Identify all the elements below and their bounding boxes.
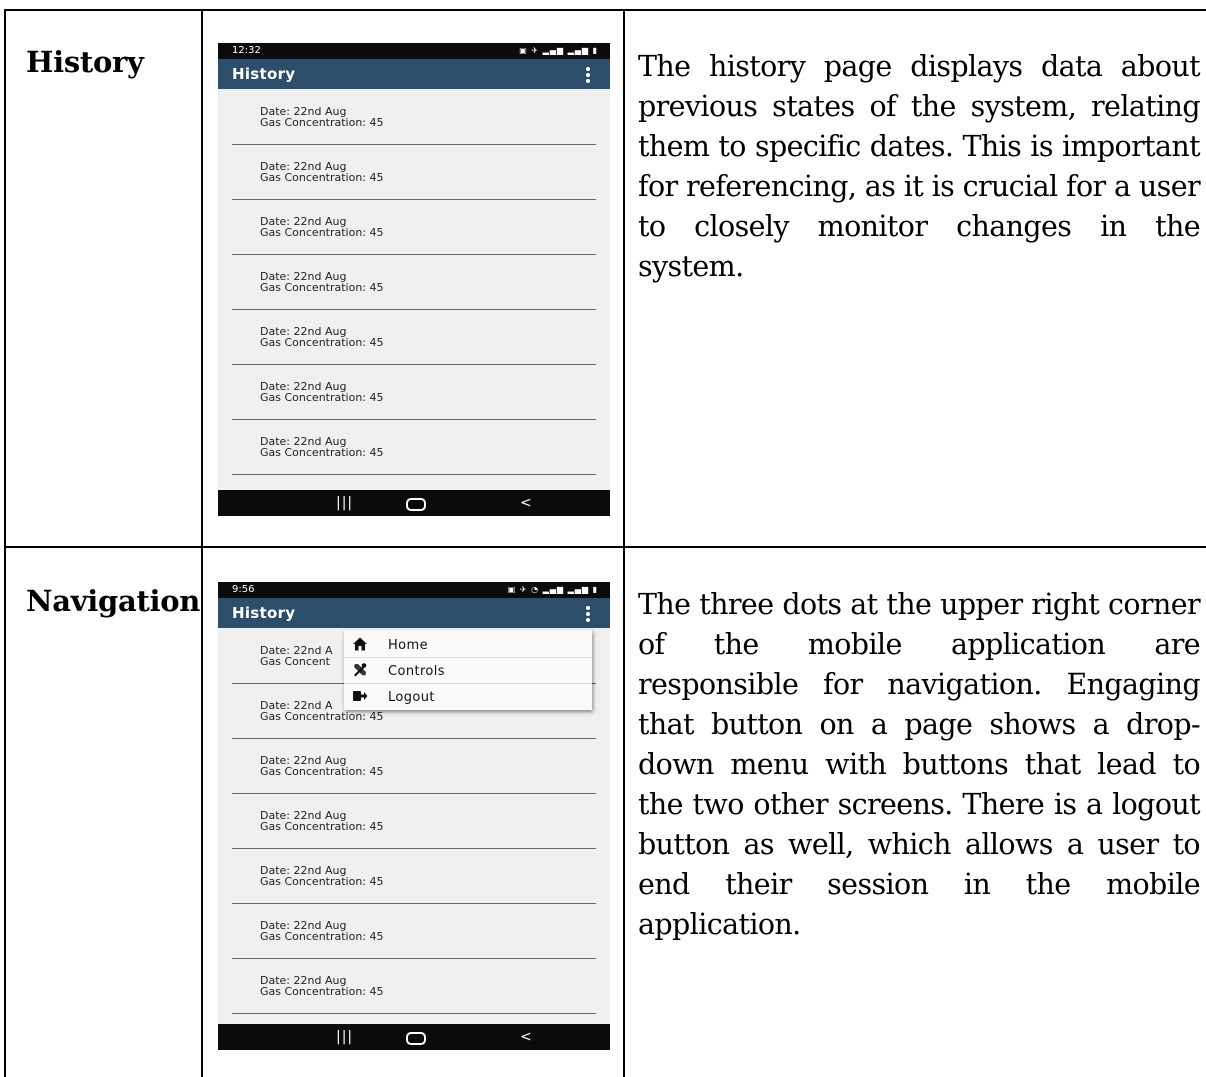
history-list-item[interactable]: Date: 22nd Aug Gas Concentration: 45	[232, 848, 596, 904]
history-list-item[interactable]: Date: 22nd Aug Gas Concentration: 45	[232, 144, 596, 200]
history-list-item[interactable]: Date: 22nd Aug Gas Concentration: 45	[232, 199, 596, 255]
status-bar: 12:32 ▣ ✈ ▂▄▆ ▂▄▆ ▮	[218, 43, 610, 59]
history-list-item[interactable]: Date: 22nd Aug Gas Concentration: 45	[232, 793, 596, 849]
history-list-item[interactable]: Date: 22nd Aug Gas Concentration: 45	[232, 903, 596, 959]
navigation-dropdown-menu: Home Controls Logout	[344, 630, 592, 710]
history-item-gas-concentration: Gas Concentration: 45	[260, 710, 384, 723]
menu-item-label: Home	[388, 638, 428, 653]
logout-icon	[353, 691, 368, 701]
menu-item-label: Controls	[388, 664, 445, 679]
history-list-item[interactable]: Date: 22nd Aug Gas Concentration: 45	[232, 309, 596, 365]
history-item-gas-concentration: Gas Concentration: 45	[260, 820, 384, 833]
history-item-gas-concentration: Gas Concent	[260, 655, 330, 668]
home-nav-icon[interactable]	[406, 1032, 426, 1045]
back-icon[interactable]: <	[520, 1024, 532, 1050]
row-label-navigation: Navigation	[26, 584, 201, 618]
app-title: History	[232, 65, 296, 83]
status-bar: 9:56 ▣ ✈ ◔ ▂▄▆ ▂▄▆ ▮	[218, 582, 610, 598]
back-icon[interactable]: <	[520, 490, 532, 516]
home-nav-icon[interactable]	[406, 498, 426, 511]
home-icon	[353, 637, 367, 651]
table-border-top	[4, 9, 1206, 11]
history-item-gas-concentration: Gas Concentration: 45	[260, 281, 384, 294]
table-column-divider-1	[201, 9, 203, 1077]
app-bar: History	[218, 59, 610, 89]
menu-item-controls[interactable]: Controls	[344, 658, 592, 684]
history-list-item[interactable]: Date: 22nd Aug Gas Concentration: 45	[232, 364, 596, 420]
history-screenshot: 12:32 ▣ ✈ ▂▄▆ ▂▄▆ ▮ History Date: 22nd A…	[218, 43, 610, 516]
table-border-left	[4, 9, 6, 1077]
history-item-gas-concentration: Gas Concentration: 45	[260, 930, 384, 943]
history-item-gas-concentration: Gas Concentration: 45	[260, 171, 384, 184]
status-time: 9:56	[232, 584, 255, 595]
table-column-divider-2	[623, 9, 625, 1077]
history-list-item[interactable]: Date: 22nd Aug Gas Concentration: 45	[232, 254, 596, 310]
menu-item-home[interactable]: Home	[344, 632, 592, 658]
navigation-screenshot: 9:56 ▣ ✈ ◔ ▂▄▆ ▂▄▆ ▮ History Date: 22nd …	[218, 582, 610, 1050]
history-item-gas-concentration: Gas Concentration: 45	[260, 391, 384, 404]
history-item-gas-concentration: Gas Concentration: 45	[260, 336, 384, 349]
recent-apps-icon[interactable]: |||	[336, 490, 353, 516]
history-list-item[interactable]: Date: 22nd Aug Gas Concentration: 45	[232, 419, 596, 475]
system-nav-bar: ||| <	[218, 490, 610, 516]
tools-icon	[354, 663, 367, 677]
history-list-item[interactable]: Date: 22nd Aug Gas Concentration: 45	[232, 958, 596, 1014]
more-options-icon[interactable]	[586, 67, 590, 83]
history-item-gas-concentration: Gas Concentration: 45	[260, 446, 384, 459]
history-list-item[interactable]: Date: 22nd Aug Gas Concentration: 45	[232, 738, 596, 794]
status-icons: ▣ ✈ ▂▄▆ ▂▄▆ ▮	[519, 46, 598, 55]
status-icons: ▣ ✈ ◔ ▂▄▆ ▂▄▆ ▮	[507, 585, 598, 594]
history-item-gas-concentration: Gas Concentration: 45	[260, 116, 384, 129]
history-item-gas-concentration: Gas Concentration: 45	[260, 875, 384, 888]
history-item-gas-concentration: Gas Concentration: 45	[260, 226, 384, 239]
system-nav-bar: ||| <	[218, 1024, 610, 1050]
navigation-description: The three dots at the upper right corner…	[638, 588, 1201, 941]
history-list-item[interactable]: Date: 22nd Aug Gas Concentration: 45	[232, 89, 596, 145]
history-item-gas-concentration: Gas Concentration: 45	[260, 985, 384, 998]
row-label-history: History	[26, 45, 144, 79]
app-title: History	[232, 604, 296, 622]
status-time: 12:32	[232, 45, 261, 56]
table-row-divider	[4, 546, 1206, 548]
menu-item-label: Logout	[388, 690, 435, 705]
more-options-icon[interactable]	[586, 606, 590, 622]
app-bar: History	[218, 598, 610, 628]
history-description: The history page displays data about pre…	[638, 50, 1201, 283]
menu-item-logout[interactable]: Logout	[344, 684, 592, 710]
recent-apps-icon[interactable]: |||	[336, 1024, 353, 1050]
history-item-gas-concentration: Gas Concentration: 45	[260, 765, 384, 778]
